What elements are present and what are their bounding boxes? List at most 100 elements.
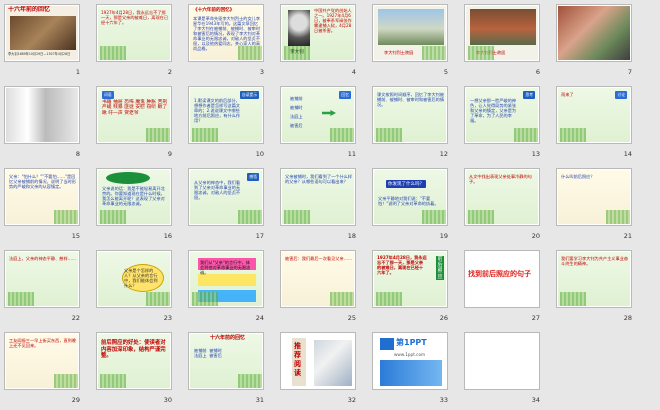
slide-title: 十六年前的回忆 [210, 335, 246, 341]
slide-content: 感悟 从父亲的神态中，我们看到了父亲对革命事业的无限忠诚，对敌人的坚贞不屈。 [190, 170, 262, 224]
slide-thumbnail-15[interactable]: 父亲："怕什么？""不要怕……"是回忆父亲被捕前的情况，说明了当时形势的严峻和父… [4, 168, 80, 226]
slide-content: 课文按照时间顺序，回忆了李大钊被捕前、被捕时、被审时和被害后的情况。 [374, 88, 446, 142]
bamboo-decoration [284, 46, 310, 60]
bamboo-decoration [238, 374, 262, 388]
slide-content: 什么叫前后照应？ [558, 170, 630, 224]
slide-content: 从文中找出表现父亲处事冷静的句子。 [466, 170, 538, 224]
slide-content: 我们从"父亲"的言行中，体会到他对革命事业的无限忠诚。 [190, 252, 262, 306]
slide-text: 被捕前 被捕时 法庭上 被害后 [194, 348, 225, 358]
slide-content: 自读提示 1.默读课文的前后部分，想想作者是怎样写这篇文章的；2.说说课文中哪些地… [190, 88, 262, 142]
slide-thumbnail-24[interactable]: 我们从"父亲"的言行中，体会到他对革命事业的无限忠诚。 [188, 250, 264, 308]
bamboo-decoration [560, 128, 586, 142]
slide-thumbnail-2[interactable]: 1927年4月28日，我永远忘不了那一天，那是父亲的被难日，离现在已经十六年了。 [96, 4, 172, 62]
slide-text: 我们要学习李大钊为共产主义事业奋斗终生的精神。 [561, 256, 629, 266]
slide-number: 4 [351, 68, 356, 76]
slide-number: 2 [167, 68, 172, 76]
slide-text: 父亲平静地对我们说："不要怕！"说明了父亲对革命的执着。 [378, 196, 439, 206]
slide-content: 父亲："怕什么？""不要怕……"是回忆父亲被捕前的情况，说明了当时形势的严峻和父… [6, 170, 78, 224]
bamboo-decoration [54, 210, 78, 224]
slide-thumbnail-25[interactable]: 被害后：我们最后一次看见父亲…… [280, 250, 356, 308]
building-photo [470, 9, 536, 45]
slide-thumbnail-14[interactable]: 讨论 雨来了 [556, 86, 632, 144]
slide-thumbnail-21[interactable]: 什么叫前后照应？ [556, 168, 632, 226]
slide-number: 25 [347, 314, 356, 322]
slide-content [6, 88, 78, 142]
slide-number: 20 [531, 232, 540, 240]
bamboo-decoration [468, 210, 494, 224]
slide-sorter-grid: 十六年前的回忆 李大钊1889年10月29日—1927年4月28日 1 1927年4月… [0, 0, 660, 410]
slide-number: 14 [623, 150, 632, 158]
slide-thumbnail-18[interactable]: 父亲被捕时，我们看到了一个什么样的父亲？从哪些语句可以看出来？ [280, 168, 356, 226]
slide-content: 父亲被捕时，我们看到了一个什么样的父亲？从哪些语句可以看出来？ [282, 170, 354, 224]
slide-thumbnail-20[interactable]: 从文中找出表现父亲处事冷静的句子。 [464, 168, 540, 226]
slide-number: 18 [347, 232, 356, 240]
slide-number: 16 [163, 232, 172, 240]
bamboo-decoration [146, 292, 170, 306]
slide-thumbnail-12[interactable]: 课文按照时间顺序，回忆了李大钊被捕前、被捕时、被审时和被害后的情况。 [372, 86, 448, 144]
slide-title: 十六年前的回忆 [8, 6, 51, 13]
bamboo-decoration [192, 292, 218, 306]
slide-thumbnail-13[interactable]: 思考 一想父亲那一脸严峻的神色，让人觉得局势的紧张和父亲的镇定，父亲是为了革命，为… [464, 86, 540, 144]
outline-item: 法庭上 [290, 114, 303, 119]
slide-text: 1927年4月28日，我永远忘不了那一天，那是父亲的被难日，离现在已经十六年了。 [377, 255, 427, 275]
slide-thumbnail-31[interactable]: 十六年前的回忆被捕前 被捕时 法庭上 被害后 [188, 332, 264, 390]
slide-text: 什么叫前后照应？ [561, 174, 595, 179]
slide-content: 1927年4月28日，我永远忘不了那一天，那是父亲的被难日，离现在已经十六年了。 [98, 6, 170, 60]
slide-title: 第1PPT [396, 338, 427, 347]
logo-block [380, 338, 394, 350]
slide-text: 法庭上，父亲的神态平静、慈祥…… [9, 256, 77, 261]
bamboo-decoration [100, 46, 126, 60]
outline-item: 被捕前 [290, 96, 303, 101]
slide-text: www.1ppt.com [394, 352, 426, 357]
slide-thumbnail-19[interactable]: 你发现了什么吗？ 父亲平静地对我们说："不要怕！"说明了父亲对革命的执着。 [372, 168, 448, 226]
slide-content: 你发现了什么吗？ 父亲平静地对我们说："不要怕！"说明了父亲对革命的执着。 [374, 170, 446, 224]
slide-thumbnail-8[interactable] [4, 86, 80, 144]
slide-number: 9 [167, 150, 172, 158]
slide-number: 19 [439, 232, 448, 240]
slide-thumbnail-6[interactable]: 李大钊烈士故居 [464, 4, 540, 62]
slide-thumbnail-1[interactable]: 十六年前的回忆 李大钊1889年10月29日—1927年4月28日 [4, 4, 80, 62]
slide-thumbnail-26[interactable]: 1927年4月28日，我永远忘不了那一天，那是父亲的被难日，离现在已经十六年了。… [372, 250, 448, 308]
slide-number: 28 [623, 314, 632, 322]
slide-title: 《十六年前的回忆》 [193, 8, 235, 13]
slide-thumbnail-17[interactable]: 感悟 从父亲的神态中，我们看到了父亲对革命事业的无限忠诚，对敌人的坚贞不屈。 [188, 168, 264, 226]
slide-thumbnail-5[interactable]: 李大钊烈士陵园 [372, 4, 448, 62]
slide-number: 10 [255, 150, 264, 158]
slide-text: 从文中找出表现父亲处事冷静的句子。 [469, 174, 532, 184]
bamboo-decoration [330, 128, 354, 142]
slide-thumbnail-22[interactable]: 法庭上，父亲的神态平静、慈祥…… [4, 250, 80, 308]
slide-text: 我们从"父亲"的言行中，体会到他对革命事业的无限忠诚。 [200, 260, 251, 275]
slide-number: 27 [531, 314, 540, 322]
slide-number: 8 [75, 150, 80, 158]
slide-thumbnail-29[interactable]: 工友阎振三一早上街买东西，直到晚上还不见回来。 [4, 332, 80, 390]
slide-thumbnail-3[interactable]: 《十六年前的回忆》 本课是革命先驱李大钊烈士的女儿李星华在1943年写的。这篇文章… [188, 4, 264, 62]
slide-text: 从父亲的神态中，我们看到了父亲对革命事业的无限忠诚，对敌人的坚贞不屈。 [194, 180, 241, 200]
slide-thumbnail-9[interactable]: 词语 书籍 抽屉 恐怖 魔鬼 肿胀 苦刑 严峻 残暴 匪徒 安慰 窃听 瞅了瞅 吁… [96, 86, 172, 144]
section-badge: 回忆 [339, 91, 351, 99]
slide-thumbnail-32[interactable]: 推荐阅读 [280, 332, 356, 390]
slide-thumbnail-16[interactable]: 父亲说的话：我是不能轻易离开北京的。你要知道现在是什么时候，我怎么能离开呢？这表… [96, 168, 172, 226]
slide-thumbnail-33[interactable]: 第1PPT www.1ppt.com [372, 332, 448, 390]
slide-number: 3 [259, 68, 264, 76]
slide-content: 李大钊中国共产党的创始人之一。1927年4月6日，被奉系军阀张作霖逮捕入狱，4月… [282, 6, 354, 60]
bamboo-decoration [8, 292, 34, 306]
slide-text: 雨来了 [561, 92, 574, 97]
slide-thumbnail-30[interactable]: 前后照应的好处：使读者对内容加深印象，结构严谨完整。 [96, 332, 172, 390]
slide-thumbnail-23[interactable]: 父亲是个怎样的人？从父亲的言行中，我们能体会到什么？ [96, 250, 172, 308]
callout-oval [106, 172, 150, 184]
slide-thumbnail-27[interactable]: 找到前后照应的句子 [464, 250, 540, 308]
slide-thumbnail-10[interactable]: 自读提示 1.默读课文的前后部分，想想作者是怎样写这篇文章的；2.说说课文中哪些地… [188, 86, 264, 144]
slide-thumbnail-7[interactable] [556, 4, 632, 62]
slide-thumbnail-11[interactable]: 被捕前 被捕时 法庭上 被害后 回忆 [280, 86, 356, 144]
slide-thumbnail-4[interactable]: 李大钊中国共产党的创始人之一。1927年4月6日，被奉系军阀张作霖逮捕入狱，4月… [280, 4, 356, 62]
slide-thumbnail-28[interactable]: 我们要学习李大钊为共产主义事业奋斗终生的精神。 [556, 250, 632, 308]
slide-text: 课文按照时间顺序，回忆了李大钊被捕前、被捕时、被审时和被害后的情况。 [377, 92, 445, 107]
slide-number: 21 [623, 232, 632, 240]
slide-text: 前后照应的好处：使读者对内容加深印象，结构严谨完整。 [101, 340, 166, 360]
statue-photo [6, 88, 78, 142]
section-badge: 感悟 [247, 173, 259, 181]
bamboo-decoration [422, 46, 446, 60]
slide-content: 词语 书籍 抽屉 恐怖 魔鬼 肿胀 苦刑 严峻 残暴 匪徒 安慰 窃听 瞅了瞅 吁… [98, 88, 170, 142]
slide-thumbnail-34[interactable] [464, 332, 540, 390]
slide-number: 32 [347, 396, 356, 404]
